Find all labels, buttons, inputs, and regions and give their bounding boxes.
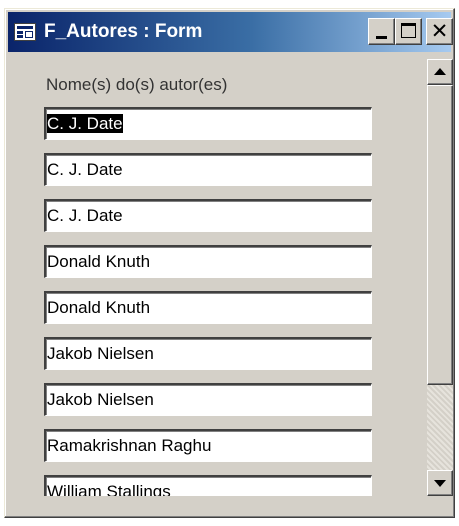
author-name-field[interactable]: William Stallings — [44, 475, 372, 496]
window-title: F_Autores : Form — [44, 21, 203, 42]
close-icon: ✕ — [430, 19, 449, 43]
form-detail-area: Nome(s) do(s) autor(es) C. J. Date C. J.… — [16, 59, 427, 496]
author-name-field[interactable]: Ramakrishnan Raghu — [44, 429, 372, 462]
field-label: Nome(s) do(s) autor(es) — [46, 75, 228, 94]
author-name-field[interactable]: Donald Knuth — [44, 245, 372, 278]
form-window: F_Autores : Form ✕ Nome(s) do(s) autor(e… — [4, 8, 455, 518]
author-name-field[interactable]: Donald Knuth — [44, 291, 372, 324]
close-button[interactable]: ✕ — [426, 18, 453, 45]
selected-text: C. J. Date — [47, 114, 123, 133]
title-bar[interactable]: F_Autores : Form ✕ — [8, 12, 453, 52]
minimize-button[interactable] — [368, 18, 395, 45]
scroll-up-button[interactable] — [427, 59, 453, 85]
vertical-scrollbar[interactable] — [427, 59, 453, 496]
author-name-field[interactable]: C. J. Date — [44, 107, 372, 140]
maximize-icon — [401, 23, 416, 38]
scroll-down-arrow-icon — [434, 480, 446, 487]
scroll-down-button[interactable] — [427, 470, 453, 496]
author-name-field[interactable]: C. J. Date — [44, 199, 372, 232]
author-name-field[interactable]: Jakob Nielsen — [44, 383, 372, 416]
author-name-field[interactable]: C. J. Date — [44, 153, 372, 186]
maximize-button[interactable] — [395, 18, 422, 45]
minimize-icon — [376, 36, 387, 39]
form-icon[interactable] — [14, 23, 36, 41]
scroll-thumb[interactable] — [427, 85, 453, 385]
scroll-up-arrow-icon — [434, 68, 446, 75]
author-name-field[interactable]: Jakob Nielsen — [44, 337, 372, 370]
